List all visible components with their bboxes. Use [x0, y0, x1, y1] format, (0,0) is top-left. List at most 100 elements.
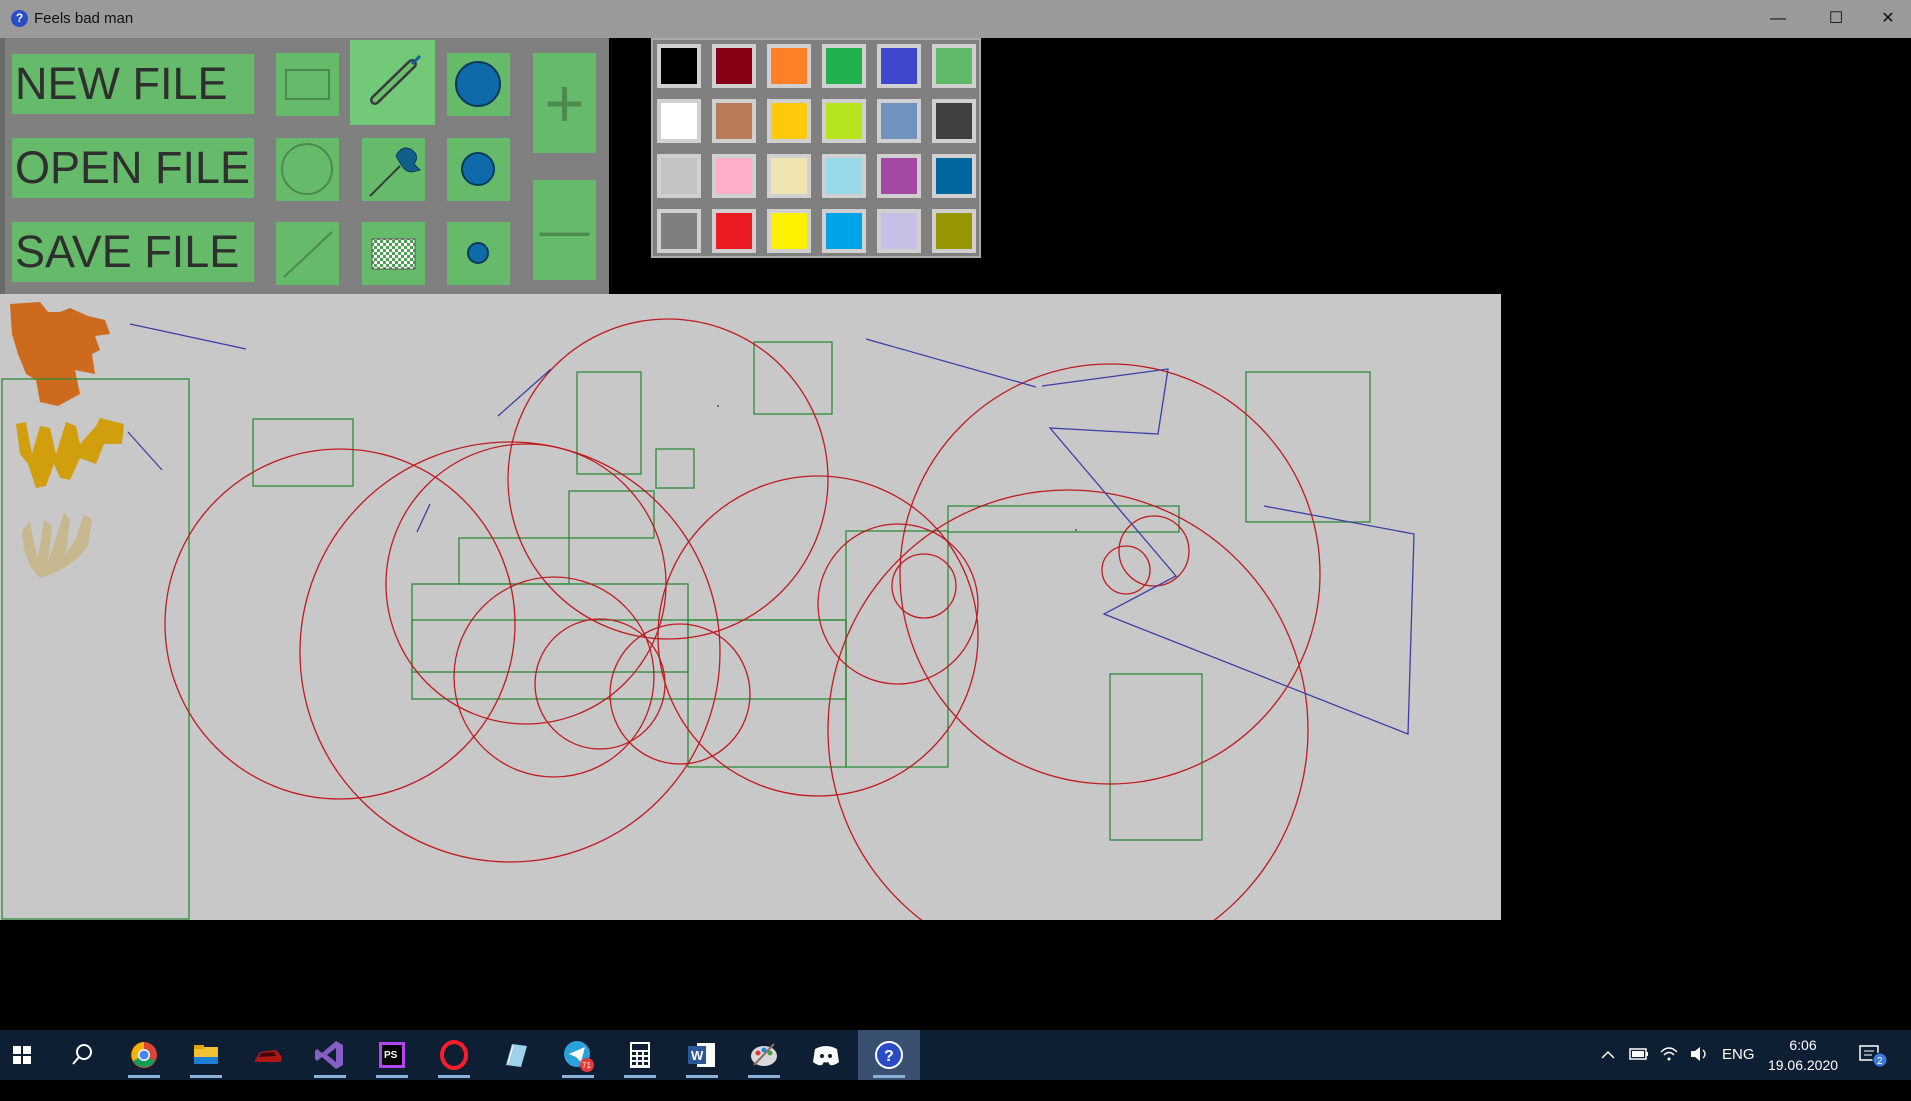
word-label: W — [691, 1048, 704, 1063]
brush-size-large-button[interactable] — [447, 53, 510, 116]
canvas-background — [0, 294, 1501, 920]
color-swatch[interactable] — [712, 99, 756, 143]
color-swatch[interactable] — [932, 99, 976, 143]
color-swatch-fill — [716, 158, 752, 194]
volume-icon[interactable] — [1688, 1030, 1710, 1080]
windows-start-icon[interactable] — [2, 1035, 42, 1075]
running-indicator — [686, 1075, 718, 1078]
brush-size-small-button[interactable] — [447, 222, 510, 285]
color-swatch[interactable] — [822, 154, 866, 198]
notification-center-icon[interactable]: 2 — [1858, 1030, 1898, 1080]
line-tool-button[interactable] — [276, 222, 339, 285]
pipette-tool-button[interactable] — [362, 138, 425, 201]
taskbar: PS 71 W ? ENG 6:06 19.06.2020 2 — [0, 1030, 1911, 1080]
color-swatch[interactable] — [712, 154, 756, 198]
color-swatch[interactable] — [932, 154, 976, 198]
color-swatch[interactable] — [657, 154, 701, 198]
large-dot-icon — [455, 61, 501, 107]
color-swatch-fill — [826, 158, 862, 194]
file-explorer-icon[interactable] — [186, 1035, 226, 1078]
color-swatch[interactable] — [822, 99, 866, 143]
brush-size-medium-button[interactable] — [447, 138, 510, 201]
color-swatch[interactable] — [877, 99, 921, 143]
color-swatch-fill — [771, 158, 807, 194]
clock-time: 6:06 — [1789, 1037, 1817, 1053]
calculator-icon[interactable] — [620, 1035, 660, 1078]
running-indicator — [562, 1075, 594, 1078]
clock[interactable]: 6:06 19.06.2020 — [1762, 1035, 1844, 1075]
zoom-out-button[interactable]: — — [533, 180, 596, 280]
color-swatch-fill — [936, 213, 972, 249]
color-swatch[interactable] — [767, 209, 811, 253]
tray-chevron-icon[interactable] — [1598, 1030, 1618, 1080]
word-icon[interactable]: W — [682, 1035, 722, 1078]
new-file-button[interactable]: NEW FILE — [12, 54, 254, 114]
pipette-icon — [369, 147, 421, 197]
tool-panel: NEW FILE OPEN FILE SAVE FILE + — — [0, 38, 609, 294]
close-button[interactable]: ✕ — [1865, 0, 1911, 38]
color-swatch[interactable] — [877, 154, 921, 198]
save-file-button[interactable]: SAVE FILE — [12, 222, 254, 282]
color-swatch[interactable] — [712, 209, 756, 253]
color-swatch[interactable] — [877, 44, 921, 88]
color-swatch-fill — [661, 158, 697, 194]
color-swatch[interactable] — [767, 44, 811, 88]
color-swatch[interactable] — [767, 154, 811, 198]
wifi-icon[interactable] — [1658, 1030, 1680, 1080]
telegram-icon[interactable]: 71 — [558, 1035, 598, 1078]
panel-edge — [0, 38, 5, 294]
running-indicator — [748, 1075, 780, 1078]
color-swatch[interactable] — [822, 209, 866, 253]
color-swatch[interactable] — [767, 99, 811, 143]
circle-icon — [281, 143, 333, 195]
canvas-svg[interactable] — [0, 294, 1501, 971]
chrome-icon[interactable] — [124, 1035, 164, 1078]
color-swatch[interactable] — [822, 44, 866, 88]
telegram-badge: 71 — [582, 1061, 591, 1070]
color-swatch-fill — [771, 48, 807, 84]
maximize-button[interactable]: ☐ — [1813, 0, 1859, 38]
clock-date: 19.06.2020 — [1767, 1057, 1839, 1073]
rectangle-tool-button[interactable] — [276, 53, 339, 116]
brush-tool-button[interactable] — [350, 40, 435, 125]
canvas-dot — [717, 405, 719, 407]
color-swatch[interactable] — [657, 44, 701, 88]
help-app-icon[interactable]: ? — [869, 1035, 909, 1078]
opera-icon[interactable] — [434, 1035, 474, 1078]
color-swatch-fill — [881, 103, 917, 139]
search-icon[interactable] — [62, 1035, 102, 1075]
paint-icon[interactable] — [744, 1035, 784, 1078]
minimize-button[interactable]: — — [1755, 0, 1801, 38]
color-swatch[interactable] — [712, 44, 756, 88]
visual-studio-icon[interactable] — [310, 1035, 350, 1078]
rectangle-icon — [285, 69, 330, 100]
color-swatch-fill — [936, 48, 972, 84]
color-swatch[interactable] — [657, 99, 701, 143]
drawing-canvas[interactable] — [0, 294, 1501, 971]
color-swatch-fill — [716, 213, 752, 249]
running-indicator — [314, 1075, 346, 1078]
color-swatch[interactable] — [877, 209, 921, 253]
window-title: Feels bad man — [34, 10, 134, 27]
color-swatch[interactable] — [932, 209, 976, 253]
discord-icon[interactable] — [806, 1035, 846, 1075]
phpstorm-icon[interactable]: PS — [372, 1035, 412, 1078]
notification-count: 2 — [1877, 1056, 1883, 1067]
color-swatch-fill — [826, 48, 862, 84]
brush-icon — [370, 54, 422, 105]
notes-app-icon[interactable] — [496, 1035, 536, 1075]
battery-icon[interactable] — [1628, 1030, 1650, 1080]
color-swatch-fill — [936, 103, 972, 139]
app-help-icon: ? — [11, 10, 28, 27]
color-swatch-fill — [826, 213, 862, 249]
zoom-in-button[interactable]: + — [533, 53, 596, 153]
color-swatch[interactable] — [657, 209, 701, 253]
open-file-button[interactable]: OPEN FILE — [12, 138, 254, 198]
fill-pattern-tool-button[interactable] — [362, 222, 425, 285]
circle-tool-button[interactable] — [276, 138, 339, 201]
red-car-app-icon[interactable] — [248, 1035, 288, 1075]
checker-pattern-icon — [371, 238, 416, 270]
color-swatch[interactable] — [932, 44, 976, 88]
running-indicator — [624, 1075, 656, 1078]
language-indicator[interactable]: ENG — [1722, 1030, 1755, 1080]
